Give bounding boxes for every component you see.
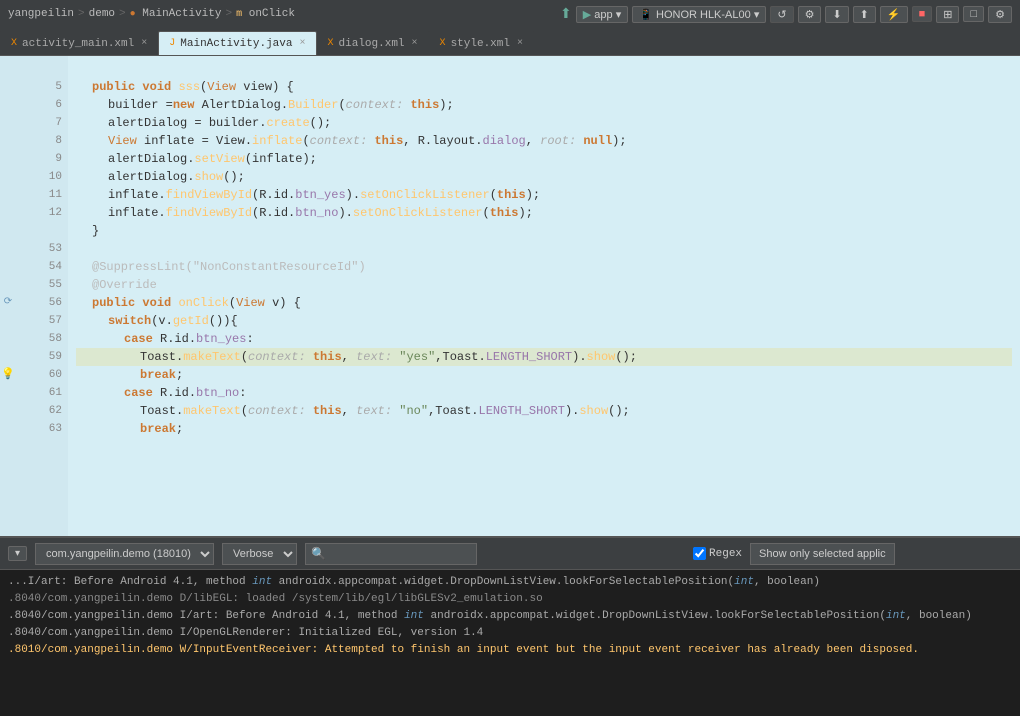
breadcrumb-sep3: > — [225, 8, 232, 20]
code-line-10: alertDialog.show(); — [76, 168, 1012, 186]
tab-main-activity[interactable]: J MainActivity.java × — [158, 31, 316, 55]
regex-text: Regex — [709, 548, 742, 560]
close-tab-dialog[interactable]: × — [412, 38, 418, 49]
logcat-panel: ▾ com.yangpeilin.demo (18010) Verbose De… — [0, 536, 1020, 716]
topbar-actions: ⬆ ▶ app ▾ 📱 HONOR HLK-AL00 ▾ ↺ ⚙ ⬇ ⬆ ⚡ ■… — [560, 6, 1012, 23]
code-line-close1: } — [76, 222, 1012, 240]
xml-icon-activity: X — [11, 38, 17, 49]
log-line-1: ...I/art: Before Android 4.1, method int… — [8, 574, 1012, 591]
code-line-7: alertDialog = builder.create(); — [76, 114, 1012, 132]
code-line-6: builder = new AlertDialog.Builder( conte… — [76, 96, 1012, 114]
toolbar-btn7[interactable]: ⚙ — [988, 6, 1012, 23]
code-line-9: alertDialog.setView(inflate); — [76, 150, 1012, 168]
code-line-blank1 — [76, 60, 1012, 78]
stop-button[interactable]: ■ — [912, 6, 933, 22]
code-line-5: public void sss(View view) { — [76, 78, 1012, 96]
search-icon: 🔍 — [311, 546, 326, 561]
refresh-button[interactable]: ↺ — [770, 6, 793, 23]
search-container: 🔍 — [305, 543, 685, 565]
level-select[interactable]: Verbose Debug Info Warn Error — [222, 543, 297, 565]
code-line-54: @SuppressLint("NonConstantResourceId") — [76, 258, 1012, 276]
code-line-11: inflate.findViewById(R.id.btn_yes).setOn… — [76, 186, 1012, 204]
code-line-59: Toast.makeText( context: this, text: "ye… — [76, 348, 1012, 366]
arrow-icon: ⟳ — [4, 294, 12, 312]
code-line-8: View inflate = View.inflate( context: th… — [76, 132, 1012, 150]
tab-style[interactable]: X style.xml × — [429, 31, 534, 55]
code-editor: ⟳ 💡 5 6 7 8 9 10 11 12 53 54 55 56 57 58… — [0, 56, 1020, 536]
toolbar-btn1[interactable]: ⚙ — [798, 6, 822, 23]
device-select-button[interactable]: 📱 HONOR HLK-AL00 ▾ — [632, 6, 766, 23]
xml-icon-style: X — [440, 38, 446, 49]
logcat-search-input[interactable] — [305, 543, 477, 565]
close-tab-activity-main[interactable]: × — [141, 38, 147, 49]
close-tab-main-activity[interactable]: × — [299, 38, 305, 49]
xml-icon-dialog: X — [328, 38, 334, 49]
run-config-dropdown-icon: ▾ — [616, 9, 622, 21]
code-line-58: case R.id.btn_yes: — [76, 330, 1012, 348]
code-line-60: break; — [76, 366, 1012, 384]
code-line-62: Toast.makeText( context: this, text: "no… — [76, 402, 1012, 420]
gutter-cell-14: ⟳ — [4, 294, 12, 312]
toolbar-btn6[interactable]: □ — [963, 6, 984, 22]
toolbar-btn4[interactable]: ⚡ — [880, 6, 908, 23]
breadcrumb-method: m onClick — [236, 8, 295, 20]
java-icon-main: J — [169, 38, 175, 49]
gutter-icons: ⟳ 💡 — [0, 56, 16, 536]
code-line-63: break; — [76, 420, 1012, 438]
code-content: public void sss(View view) { builder = n… — [68, 56, 1020, 536]
log-line-3: .8040/com.yangpeilin.demo I/art: Before … — [8, 608, 1012, 625]
process-select[interactable]: com.yangpeilin.demo (18010) — [35, 543, 214, 565]
show-only-selected-button[interactable]: Show only selected applic — [750, 543, 895, 565]
run-config-button[interactable]: ▶ app ▾ — [576, 6, 628, 23]
code-line-61: case R.id.btn_no: — [76, 384, 1012, 402]
toolbar-btn3[interactable]: ⬆ — [853, 6, 876, 23]
code-line-55: @Override — [76, 276, 1012, 294]
toolbar-btn2[interactable]: ⬇ — [825, 6, 848, 23]
log-line-2: .8040/com.yangpeilin.demo D/libEGL: load… — [8, 591, 1012, 608]
regex-label[interactable]: Regex — [693, 547, 742, 560]
close-tab-style[interactable]: × — [517, 38, 523, 49]
tab-activity-main[interactable]: X activity_main.xml × — [0, 31, 158, 55]
breadcrumb-module: demo — [89, 8, 115, 20]
regex-checkbox[interactable] — [693, 547, 706, 560]
breadcrumb-project: yangpeilin — [8, 8, 74, 20]
code-line-56: public void onClick(View v) { — [76, 294, 1012, 312]
topbar: yangpeilin > demo > ● MainActivity > m o… — [0, 0, 1020, 28]
logcat-output: ...I/art: Before Android 4.1, method int… — [0, 570, 1020, 716]
line-numbers: 5 6 7 8 9 10 11 12 53 54 55 56 57 58 59 … — [16, 56, 68, 536]
breadcrumb-sep1: > — [78, 8, 85, 20]
tab-dialog[interactable]: X dialog.xml × — [317, 31, 429, 55]
code-line-57: switch (v.getId()){ — [76, 312, 1012, 330]
logcat-toolbar: ▾ com.yangpeilin.demo (18010) Verbose De… — [0, 538, 1020, 570]
log-line-5: .8010/com.yangpeilin.demo W/InputEventRe… — [8, 642, 1012, 659]
editor-tabs: X activity_main.xml × J MainActivity.jav… — [0, 28, 1020, 56]
log-line-4: .8040/com.yangpeilin.demo I/OpenGLRender… — [8, 625, 1012, 642]
breadcrumb-sep2: > — [119, 8, 126, 20]
code-line-12: inflate.findViewById(R.id.btn_no).setOnC… — [76, 204, 1012, 222]
gutter-cell-18: 💡 — [1, 366, 15, 384]
breadcrumb-class: ● MainActivity — [130, 8, 222, 20]
navigate-icon: ⬆ — [560, 6, 572, 23]
logcat-dropdown-btn[interactable]: ▾ — [8, 546, 27, 561]
code-line-53 — [76, 240, 1012, 258]
toolbar-btn5[interactable]: ⊞ — [936, 6, 959, 23]
bulb-icon: 💡 — [1, 366, 15, 384]
device-dropdown-icon: ▾ — [754, 9, 760, 21]
breadcrumb: yangpeilin > demo > ● MainActivity > m o… — [8, 8, 554, 20]
